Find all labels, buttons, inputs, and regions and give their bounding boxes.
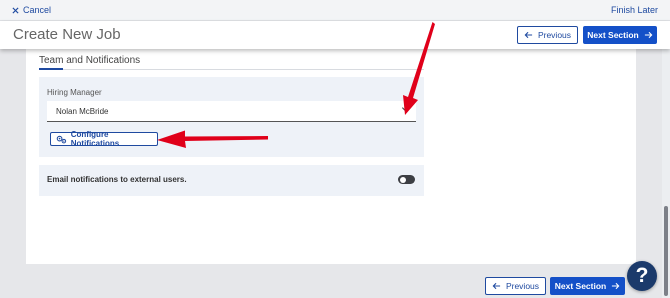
configure-notifications-button[interactable]: Configure Notifications: [50, 130, 158, 148]
gears-icon: [56, 135, 67, 143]
help-label: ?: [635, 264, 649, 287]
configure-notifications-label: Configure Notifications: [70, 130, 120, 148]
arrow-left-icon: [524, 31, 533, 39]
footer-previous-label: Previous: [505, 281, 540, 291]
page-title: Create New Job: [13, 26, 121, 43]
hiring-manager-select[interactable]: Nolan McBride: [47, 101, 416, 122]
section-divider: [39, 69, 424, 70]
close-icon: [12, 6, 19, 14]
top-bar: Cancel Finish Later: [0, 0, 670, 21]
cancel-link[interactable]: Cancel: [12, 5, 51, 15]
footer-next-section-button[interactable]: Next Section: [550, 277, 625, 295]
header-next-label: Next Section: [587, 30, 639, 40]
external-notifications-toggle[interactable]: [398, 175, 415, 184]
arrow-left-icon: [492, 282, 501, 290]
chevron-down-icon: [401, 107, 410, 112]
cancel-label: Cancel: [23, 5, 52, 15]
footer-previous-button[interactable]: Previous: [485, 277, 546, 295]
section-title-underline: [39, 68, 63, 70]
header-previous-button[interactable]: Previous: [517, 26, 578, 44]
external-notifications-label: Email notifications to external users.: [47, 175, 187, 184]
footer-next-label: Next Section: [554, 281, 607, 291]
section-title: Team and Notifications: [39, 55, 141, 66]
toggle-knob: [399, 176, 406, 183]
header-previous-label: Previous: [537, 30, 572, 40]
scrollbar-thumb[interactable]: [664, 206, 668, 296]
header-next-section-button[interactable]: Next Section: [583, 26, 657, 44]
help-button[interactable]: ?: [627, 261, 657, 291]
arrow-right-icon: [612, 282, 620, 290]
hiring-manager-value: Nolan McBride: [56, 107, 109, 116]
hiring-manager-label: Hiring Manager: [47, 88, 102, 97]
page-header: Create New Job Previous Next Section: [0, 21, 670, 49]
arrow-right-icon: [644, 31, 653, 39]
finish-later-link[interactable]: Finish Later: [611, 5, 658, 15]
